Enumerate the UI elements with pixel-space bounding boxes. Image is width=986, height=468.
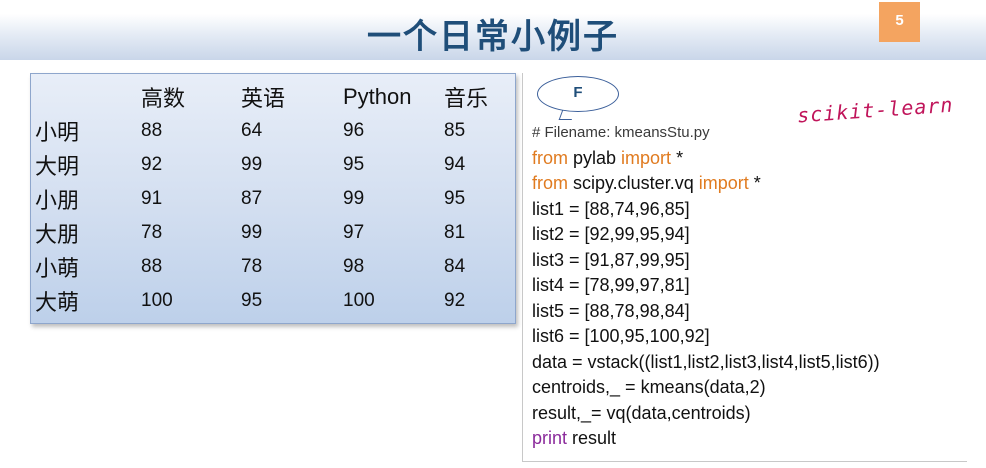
score-cell: 78 xyxy=(241,256,263,277)
table-row: 小明 88 64 96 85 xyxy=(35,114,504,148)
score-cell: 85 xyxy=(444,120,466,141)
module-name: pylab xyxy=(568,147,622,168)
code-comment: # Filename: kmeansStu.py xyxy=(532,124,710,141)
header-cell xyxy=(35,80,141,114)
score-cell: 92 xyxy=(444,290,466,311)
code-text: * xyxy=(671,147,684,168)
score-cell: 78 xyxy=(141,222,163,243)
code-line: list2 = [92,99,95,94] xyxy=(532,224,690,244)
score-cell: 84 xyxy=(444,256,466,277)
table-row: 大朋 78 99 97 81 xyxy=(35,216,504,250)
score-cell: 98 xyxy=(343,256,365,277)
score-cell: 92 xyxy=(141,154,163,175)
module-name: scipy.cluster.vq xyxy=(568,173,699,193)
table-row: 小朋 91 87 99 95 xyxy=(35,182,504,216)
score-cell: 100 xyxy=(343,290,375,311)
code-text: * xyxy=(748,173,761,193)
code-line: list3 = [91,87,99,95] xyxy=(532,249,690,270)
score-cell: 99 xyxy=(343,188,365,209)
student-name: 大朋 xyxy=(35,222,80,247)
code-line: list1 = [88,74,96,85] xyxy=(532,198,690,219)
score-cell: 99 xyxy=(241,222,263,243)
score-cell: 87 xyxy=(241,188,263,209)
table-row: 大萌 100 95 100 92 xyxy=(35,284,504,318)
code-text: result xyxy=(567,428,617,448)
student-name: 小萌 xyxy=(35,256,80,281)
code-listing: # Filename: kmeansStu.py from pylab impo… xyxy=(532,120,880,452)
page-number-badge: 5 xyxy=(879,2,920,42)
student-name: 大萌 xyxy=(35,290,80,315)
student-name: 小朋 xyxy=(35,188,80,213)
score-cell: 97 xyxy=(343,222,365,243)
scores-table: 高数 英语 Python 音乐 小明 88 64 96 85 大明 92 99 … xyxy=(35,80,504,318)
code-line-import: from scipy.cluster.vq import * xyxy=(532,171,880,197)
header-cell: Python xyxy=(343,84,412,109)
header-cell: 高数 xyxy=(141,86,186,111)
keyword: print xyxy=(532,428,568,448)
score-cell: 100 xyxy=(141,290,173,311)
header-cell: 英语 xyxy=(241,86,286,111)
file-callout-bubble: F xyxy=(537,76,619,112)
code-line: list5 = [88,78,98,84] xyxy=(532,300,690,321)
score-cell: 94 xyxy=(444,154,466,175)
keyword: from xyxy=(532,147,568,168)
score-cell: 81 xyxy=(444,222,466,243)
code-line-print: print result xyxy=(532,426,880,452)
code-line: centroids,_ = kmeans(data,2) xyxy=(532,377,766,397)
code-line: data = vstack((list1,list2,list3,list4,l… xyxy=(532,351,880,372)
callout-label: F xyxy=(573,84,583,101)
code-line: list4 = [78,99,97,81] xyxy=(532,275,690,295)
score-cell: 95 xyxy=(343,154,365,175)
slide-title: 一个日常小例子 xyxy=(367,17,619,57)
table-row: 小萌 88 78 98 84 xyxy=(35,250,504,284)
score-cell: 99 xyxy=(241,154,263,175)
keyword: from xyxy=(532,173,568,193)
code-line: list6 = [100,95,100,92] xyxy=(532,326,710,346)
student-name: 小明 xyxy=(35,120,80,145)
student-name: 大明 xyxy=(35,154,80,179)
table-row: 大明 92 99 95 94 xyxy=(35,148,504,182)
keyword: import xyxy=(698,173,749,193)
score-cell: 88 xyxy=(141,256,163,277)
score-cell: 88 xyxy=(141,120,163,141)
score-cell: 95 xyxy=(444,188,466,209)
scores-table-panel: 高数 英语 Python 音乐 小明 88 64 96 85 大明 92 99 … xyxy=(30,73,516,324)
score-cell: 95 xyxy=(241,290,263,311)
keyword: import xyxy=(621,147,672,168)
score-cell: 91 xyxy=(141,188,163,209)
score-cell: 64 xyxy=(241,120,263,141)
table-header-row: 高数 英语 Python 音乐 xyxy=(35,80,504,114)
score-cell: 96 xyxy=(343,120,365,141)
code-line-import: from pylab import * xyxy=(532,146,880,172)
header-cell: 音乐 xyxy=(444,86,489,111)
code-line: result,_= vq(data,centroids) xyxy=(532,402,751,423)
